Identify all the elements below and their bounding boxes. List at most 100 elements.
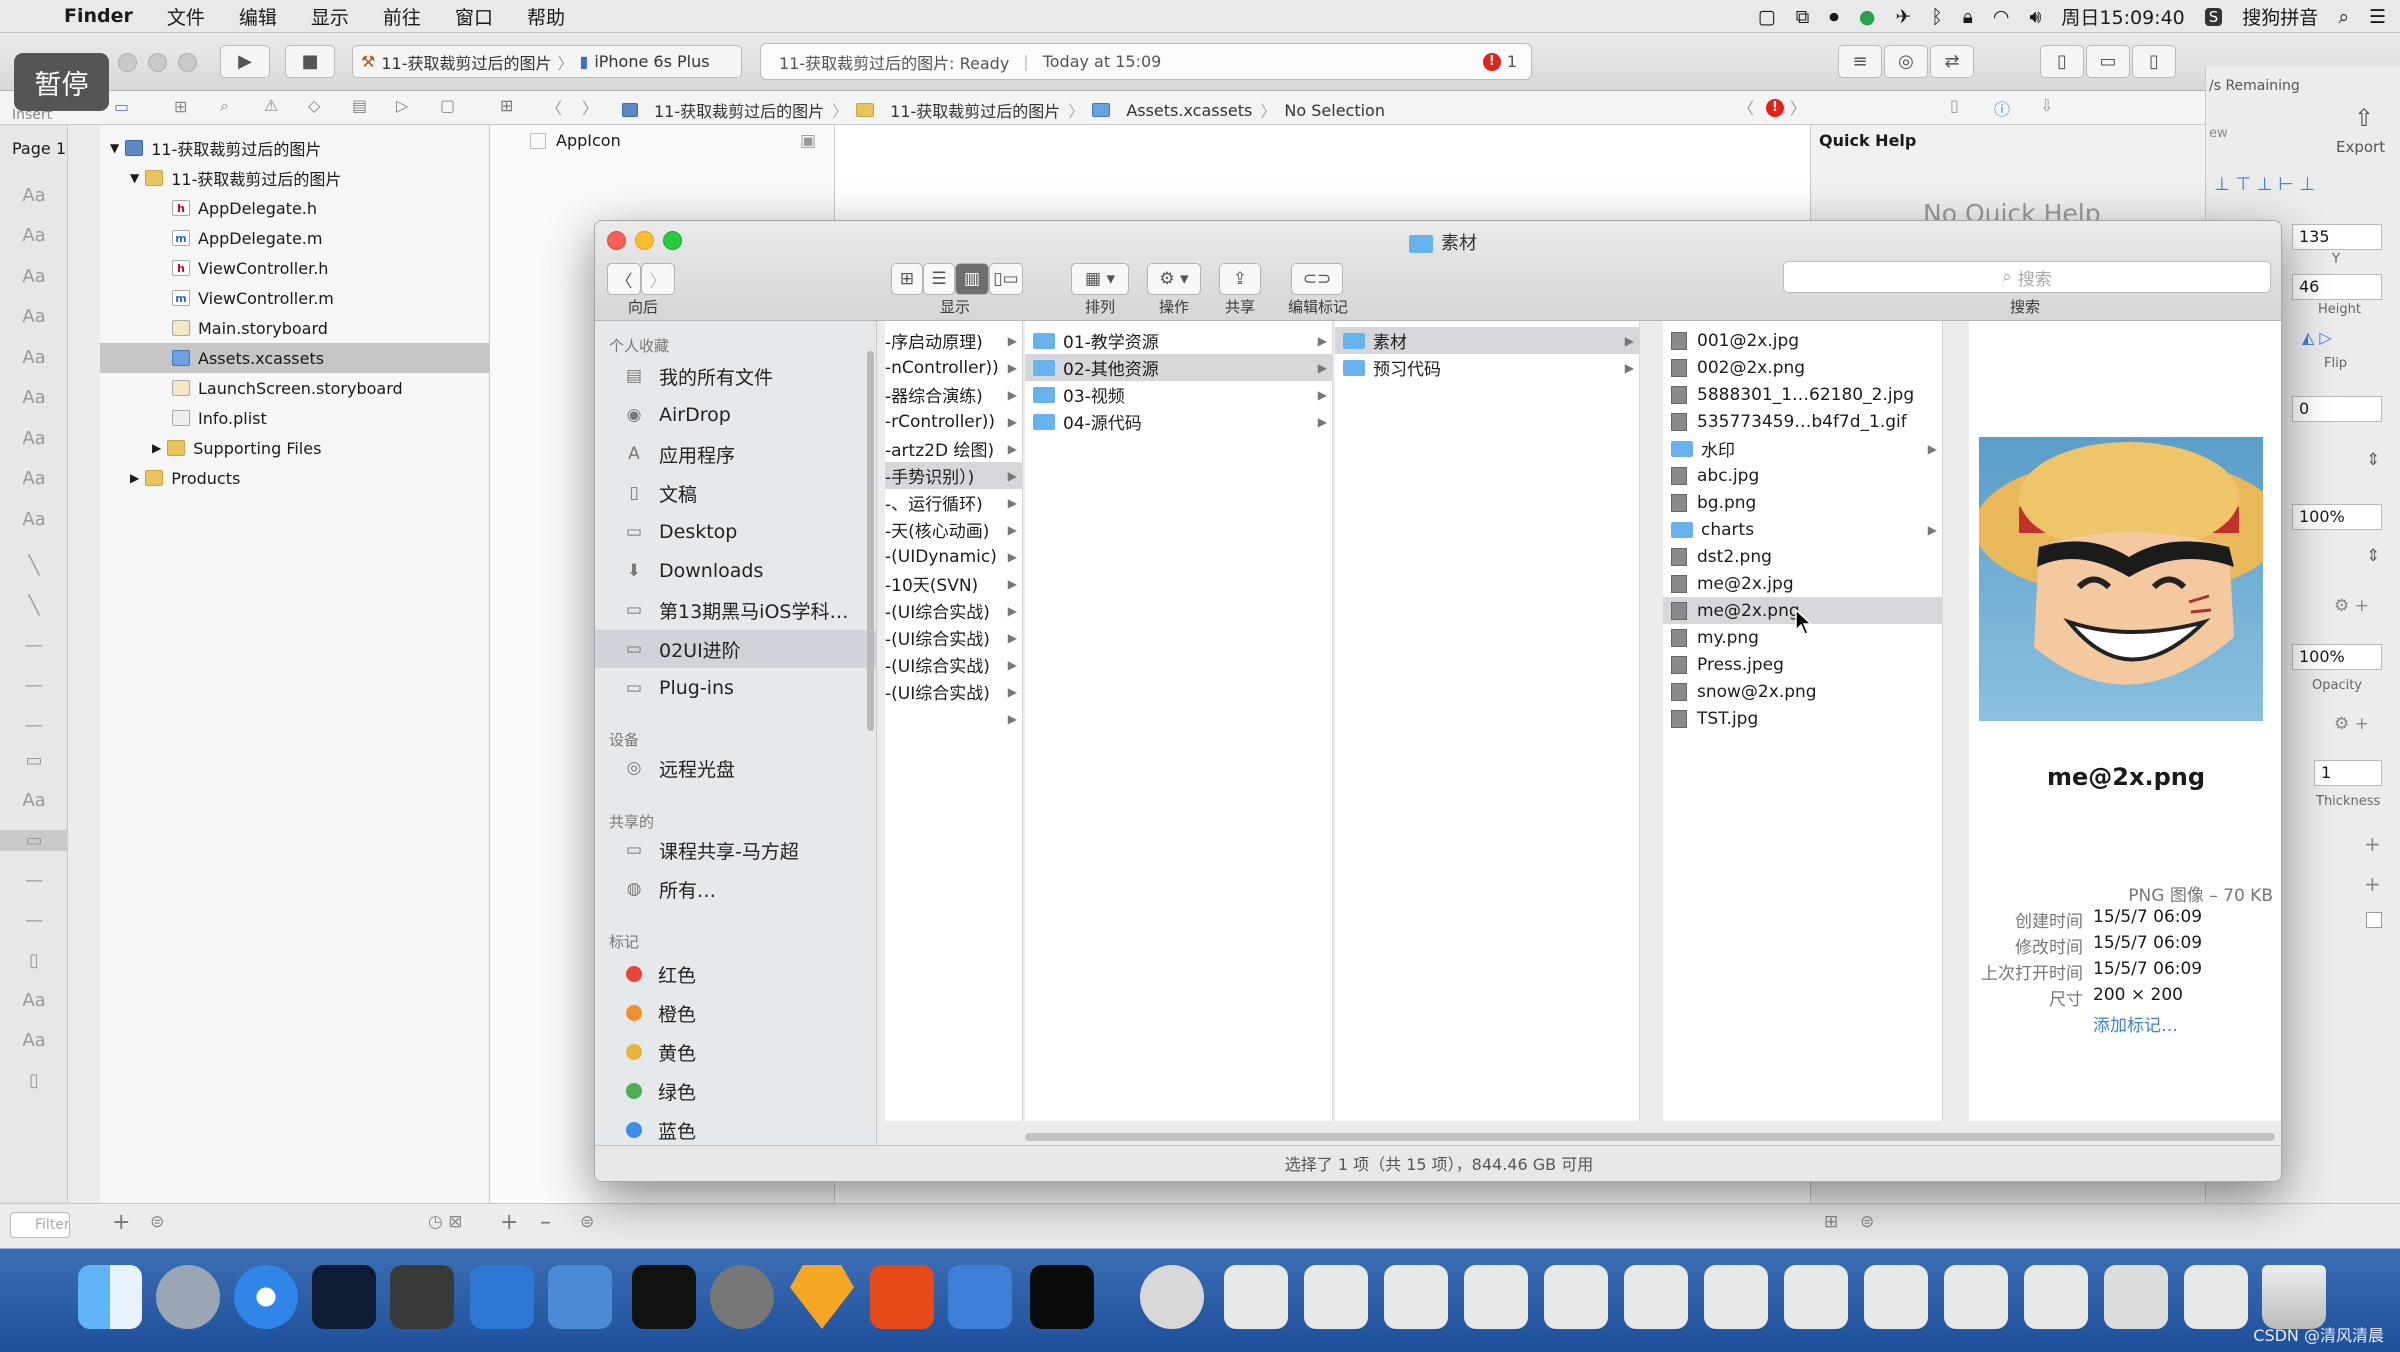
window-thumb-icon[interactable] (1464, 1265, 1528, 1329)
debug-nav-icon[interactable]: ▤ (352, 96, 367, 115)
camera-icon[interactable]: ⏺ (1829, 6, 1839, 28)
related-items-icon[interactable]: ⊞ (500, 96, 513, 115)
resource-folder-row[interactable]: 01-教学资源 ▶ (1025, 327, 1332, 354)
menu-help[interactable]: 帮助 (510, 3, 582, 30)
action-button[interactable]: ⚙ ▾ (1147, 263, 1201, 295)
assistant-editor-button[interactable]: ◎ (1884, 45, 1928, 78)
shape-tool-icon[interactable]: ▭ (0, 750, 68, 771)
resource-folder-row[interactable]: 04-源代码 ▶ (1025, 408, 1332, 435)
file-row[interactable]: 002@2x.png (1663, 354, 1942, 381)
y-field[interactable]: 135 (2292, 224, 2382, 250)
chapter-row[interactable]: -(UI综合实战) ▶ (885, 597, 1022, 624)
window-thumb-icon[interactable] (1624, 1265, 1688, 1329)
breadcrumb-item[interactable]: 11-获取裁剪过后的图片 (654, 98, 824, 122)
sidebar-item-airdrop[interactable]: ◉ AirDrop (595, 396, 876, 434)
tree-row-file[interactable]: Main.storyboard (100, 313, 490, 343)
breakpoint-nav-icon[interactable]: ▷ (396, 96, 408, 115)
divider-icon[interactable]: — (0, 675, 68, 696)
standard-editor-button[interactable]: ≡ (1838, 45, 1882, 78)
teamviewer-dock-icon[interactable] (948, 1265, 1012, 1329)
sidebar-tag-red[interactable]: 红色 (595, 955, 876, 993)
attributes-icon[interactable]: ⇩ (2040, 96, 2053, 115)
menu-window[interactable]: 窗口 (438, 3, 510, 30)
text-style-icon[interactable]: Aa (0, 1030, 68, 1051)
resource-folder-row[interactable]: 02-其他资源 ▶ (1025, 354, 1332, 381)
file-row[interactable]: bg.png (1663, 489, 1942, 516)
thickness-field[interactable]: 1 (2314, 760, 2382, 786)
page-label[interactable]: Page 1 (12, 139, 66, 158)
rotation-field[interactable]: 0 (2292, 396, 2382, 422)
sidebar-tag-yellow[interactable]: 黄色 (595, 1033, 876, 1071)
scheme-selector[interactable]: ⚒ 11-获取裁剪过后的图片 〉 ▮ iPhone 6s Plus (352, 45, 742, 78)
recent-icon[interactable]: ◷ ⊠ (428, 1212, 462, 1232)
spotlight-icon[interactable]: ⌕ (2338, 6, 2349, 28)
plus-icon[interactable]: + (2364, 832, 2381, 856)
plus-icon[interactable]: + (2364, 872, 2381, 896)
wifi-icon[interactable]: ◠ (1993, 6, 2010, 28)
bluetooth-icon[interactable]: ᛒ (1931, 6, 1942, 28)
file-row[interactable]: 水印 ▶ (1663, 435, 1942, 462)
material-folder-row[interactable]: 素材 ▶ (1335, 327, 1639, 354)
tree-row-project[interactable]: ▼ 11-获取裁剪过后的图片 (100, 133, 490, 163)
version-editor-button[interactable]: ⇄ (1930, 45, 1974, 78)
chapter-row[interactable]: -序启动原理) ▶ (885, 327, 1022, 354)
toggle-utilities-button[interactable]: ▯ (2132, 45, 2176, 78)
text-style-icon[interactable]: Aa (0, 185, 68, 206)
sidebar-item-shared-host[interactable]: ▭ 课程共享-马方超 (595, 831, 876, 869)
divider-icon[interactable]: — (0, 870, 68, 891)
gear-icon[interactable]: ⚙ + (2334, 596, 2369, 616)
chapter-row[interactable]: ▶ (885, 705, 1022, 732)
chapter-row[interactable]: -(UI综合实战) ▶ (885, 678, 1022, 705)
prev-issue-icon[interactable]: 〈 (1738, 95, 1754, 119)
status-icon[interactable]: ▢ (1758, 6, 1776, 28)
instruments-dock-icon[interactable] (548, 1265, 612, 1329)
system-preferences-dock-icon[interactable] (710, 1265, 774, 1329)
tree-row-file[interactable]: m AppDelegate.m (100, 223, 490, 253)
tree-row-group[interactable]: ▶ Supporting Files (100, 433, 490, 463)
input-method-label[interactable]: 搜狗拼音 (2242, 3, 2318, 30)
filter-icon[interactable]: ⊜ (580, 1212, 594, 1232)
horizontal-scrollbar[interactable] (1025, 1133, 2275, 1141)
window-thumb-icon[interactable] (1944, 1265, 2008, 1329)
window-thumb-icon[interactable] (1704, 1265, 1768, 1329)
minimize-button[interactable] (148, 53, 167, 72)
share-button[interactable]: ⇪ (1219, 263, 1261, 295)
preview-doc-icon[interactable] (2104, 1265, 2168, 1329)
file-row[interactable]: abc.jpg (1663, 462, 1942, 489)
tree-row-group[interactable]: ▼ 11-获取裁剪过后的图片 (100, 163, 490, 193)
divider-icon[interactable]: — (0, 715, 68, 736)
clock[interactable]: 周日15:09:40 (2061, 3, 2184, 30)
file-inspector-icon[interactable]: ▯ (1950, 96, 1959, 115)
tree-row-file[interactable]: m ViewController.m (100, 283, 490, 313)
text-style-icon[interactable]: Aa (0, 387, 68, 408)
filter-icon[interactable]: ⊜ (1860, 1212, 1874, 1232)
presentation-dock-icon[interactable] (870, 1265, 934, 1329)
screens-icon[interactable]: ⧉ (1796, 6, 1810, 28)
report-nav-icon[interactable]: ▢ (440, 96, 455, 115)
toggle-navigator-button[interactable]: ▯ (2040, 45, 2084, 78)
lock-icon[interactable]: 🔒︎ (1963, 6, 1973, 28)
issue-nav-icon[interactable]: ⚠ (264, 96, 278, 115)
text-style-icon[interactable]: Aa (0, 347, 68, 368)
app-status-icon[interactable]: ● (1859, 6, 1876, 28)
file-row[interactable]: 535773459…b4f7d_1.gif (1663, 408, 1942, 435)
sidebar-item-plugins[interactable]: ▭ Plug-ins (595, 669, 876, 707)
text-style-icon[interactable]: Aa (0, 790, 68, 811)
trash-dock-icon[interactable] (2262, 1265, 2326, 1329)
window-thumb-icon[interactable] (2024, 1265, 2088, 1329)
line-tool-icon[interactable]: ╲ (0, 555, 68, 576)
file-row[interactable]: 001@2x.jpg (1663, 327, 1942, 354)
pause-overlay[interactable]: 暂停 (14, 53, 109, 111)
export-label[interactable]: Export (2336, 138, 2385, 156)
project-nav-icon[interactable]: ▭ (114, 97, 129, 116)
rect-tool-icon[interactable]: ▯ (0, 950, 68, 971)
quicktime-dock-icon[interactable] (1140, 1265, 1204, 1329)
opacity-field[interactable]: 100% (2292, 644, 2382, 670)
menu-app-name[interactable]: Finder (47, 5, 150, 27)
symbol-nav-icon[interactable]: ⊞ (174, 97, 187, 116)
sketch-dock-icon[interactable] (790, 1265, 854, 1329)
sidebar-scrollbar[interactable] (867, 351, 874, 731)
library-filter[interactable]: Filter (10, 1212, 70, 1238)
sidebar-item-applications[interactable]: A 应用程序 (595, 435, 876, 473)
stop-button[interactable]: ■ (285, 45, 335, 78)
